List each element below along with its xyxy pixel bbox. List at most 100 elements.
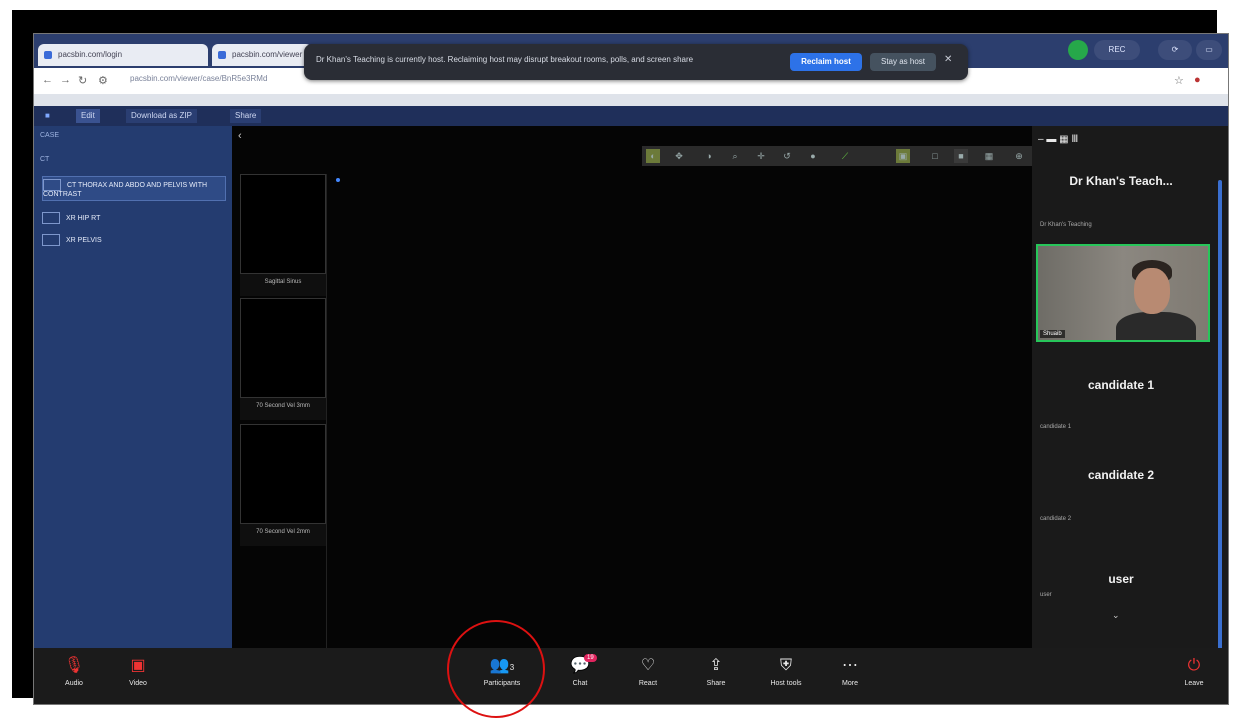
case-label: CASE [40,132,60,139]
panel-scrollbar[interactable] [1218,180,1222,660]
candidate1-tile-name: candidate 1 [1087,378,1155,392]
favicon-icon [218,51,226,59]
mic-muted-icon: 🎙 [63,657,85,674]
series-thumb-icon [42,234,60,246]
series-thumbnails: Sagittal Sinus 70 Second Vel 3mm 70 Seco… [240,174,327,664]
series-item-xr-pelvis[interactable]: XR PELVIS [42,234,224,246]
modality-label: CT [40,156,50,163]
more-button[interactable]: ⋯ More [820,656,880,687]
video-person-face [1134,268,1170,314]
highlight-circle [447,620,545,718]
app-window: pacsbin.com/login pacsbin.com/viewer REC… [33,33,1229,705]
reload-icon[interactable]: ↻ [78,74,87,87]
share-button[interactable]: ⇪ Share [686,656,746,687]
tab-viewer[interactable]: pacsbin.com/viewer [212,44,312,66]
thumbnail-label: 70 Second Vel 2mm [240,524,326,546]
chat-label: Chat [572,680,588,687]
thumbnail-label: Sagittal Sinus [240,274,326,296]
site-info-icon[interactable]: ⚙ [98,74,108,87]
window-level-icon[interactable]: ◐ [646,149,660,163]
screenshot-frame: pacsbin.com/login pacsbin.com/viewer REC… [12,10,1229,705]
profile-icon[interactable]: ● [1194,74,1201,86]
reclaim-host-button[interactable]: Reclaim host [790,53,862,71]
chat-button[interactable]: 💬 19 Chat [550,654,610,687]
react-label: React [638,680,658,687]
candidate2-tile-name: candidate 2 [1087,468,1155,482]
share-screen-icon: ⇪ [709,657,723,674]
measure-icon[interactable]: ⟋ [838,149,852,163]
bookmark-star-icon[interactable]: ☆ [1174,74,1184,87]
leave-icon: ⏻ [1187,657,1201,674]
edit-button[interactable]: Edit [76,109,100,123]
more-label: More [842,680,858,687]
video-button[interactable]: ▣ Video [108,656,168,687]
react-button[interactable]: ♡ React [618,656,678,687]
tab-login[interactable]: pacsbin.com/login [38,44,208,66]
reclaim-host-banner: Dr Khan's Teaching is currently host. Re… [304,44,968,80]
cursor-dot [336,178,340,182]
audio-label: Audio [65,680,83,687]
layout-1-icon[interactable]: ▣ [896,149,910,163]
banner-message: Dr Khan's Teaching is currently host. Re… [316,55,694,64]
forward-icon[interactable]: → [60,74,71,86]
link-icon[interactable]: ⊕ [1012,149,1026,163]
close-icon[interactable]: ✕ [944,54,952,65]
contrast-icon[interactable]: ◑ [702,149,716,163]
video-name-tag: Shuaib [1040,330,1065,338]
extension-icon[interactable] [1068,40,1088,60]
move-icon[interactable]: ✛ [754,149,768,163]
stay-as-host-button[interactable]: Stay as host [870,53,936,71]
leave-label: Leave [1184,680,1204,687]
rotate-icon[interactable]: ↺ [780,149,794,163]
host-tools-button[interactable]: ⛨ Host tools [756,656,816,687]
favicon-icon [44,51,52,59]
thumbnail-2[interactable] [240,298,326,398]
viewer-topbar: ■ Edit Download as ZIP Share [34,106,1228,126]
chat-badge: 19 [584,654,597,662]
video-person-body [1116,312,1196,340]
candidate2-tile-sub: candidate 2 [1040,516,1072,522]
series-thumb-icon [42,212,60,224]
host-tile-sub: Dr Khan's Teaching [1040,222,1092,228]
collapse-sidebar-icon[interactable]: ‹ [238,130,242,142]
host-tile-name: Dr Khan's Teach... [1069,174,1173,188]
audio-button[interactable]: 🎙 Audio [44,656,104,687]
thumbnail-label: 70 Second Vel 3mm [240,398,326,420]
tab-label: pacsbin.com/viewer [232,50,303,59]
active-speaker-video[interactable]: Shuaib [1036,244,1210,342]
point-icon[interactable]: ● [806,149,820,163]
download-zip-button[interactable]: Download as ZIP [126,109,197,123]
record-pill[interactable]: REC [1094,40,1140,60]
more-icon: ⋯ [842,657,858,674]
thumbnail-3[interactable] [240,424,326,524]
grid-icon[interactable]: ▦ [982,149,996,163]
series-item-xr-hip[interactable]: XR HIP RT [42,212,224,224]
window-icon[interactable]: ▭ [1196,40,1222,60]
series-item-ct[interactable]: CT THORAX AND ABDO AND PELVIS WITH CONTR… [42,176,226,201]
image-viewer[interactable]: ‹ ◐ ✥ ◑ ⌕ ✛ ↺ ● ⟋ ▣ □ ■ ▦ ⊕ ℍ ⤓ ✎ Sagitt… [232,126,1222,704]
host-tools-label: Host tools [770,680,802,687]
share-case-button[interactable]: Share [230,109,262,123]
tab-label: pacsbin.com/login [58,50,123,59]
user-tile-name: user [1108,572,1134,586]
layout-2-icon[interactable]: □ [928,149,942,163]
series-thumb-icon [43,179,61,191]
video-label: Video [129,680,147,687]
series-label: XR PELVIS [66,236,102,244]
heart-icon: ♡ [640,657,656,674]
scroll-down-icon[interactable]: ⌄ [1112,610,1120,621]
back-icon[interactable]: ← [42,74,53,86]
thumbnail-1[interactable] [240,174,326,274]
pan-icon[interactable]: ✥ [672,149,686,163]
zoom-icon[interactable]: ⟳ [1158,40,1192,60]
participants-panel: – ▬ ▦ Ⅲ Dr Khan's Teach... Dr Khan's Tea… [1032,126,1228,704]
share-label: Share [706,680,726,687]
url-text[interactable]: pacsbin.com/viewer/case/BnR5e3RMd [130,74,267,83]
leave-button[interactable]: ⏻ Leave [1164,656,1224,687]
layout-3-icon[interactable]: ■ [954,149,968,163]
case-sidebar: CASE CT CT THORAX AND ABDO AND PELVIS WI… [34,126,232,704]
series-label: XR HIP RT [66,214,101,222]
panel-view-icons[interactable]: – ▬ ▦ Ⅲ [1038,134,1078,145]
zoom-tool-icon[interactable]: ⌕ [728,149,742,163]
record-label: REC [1108,45,1126,54]
